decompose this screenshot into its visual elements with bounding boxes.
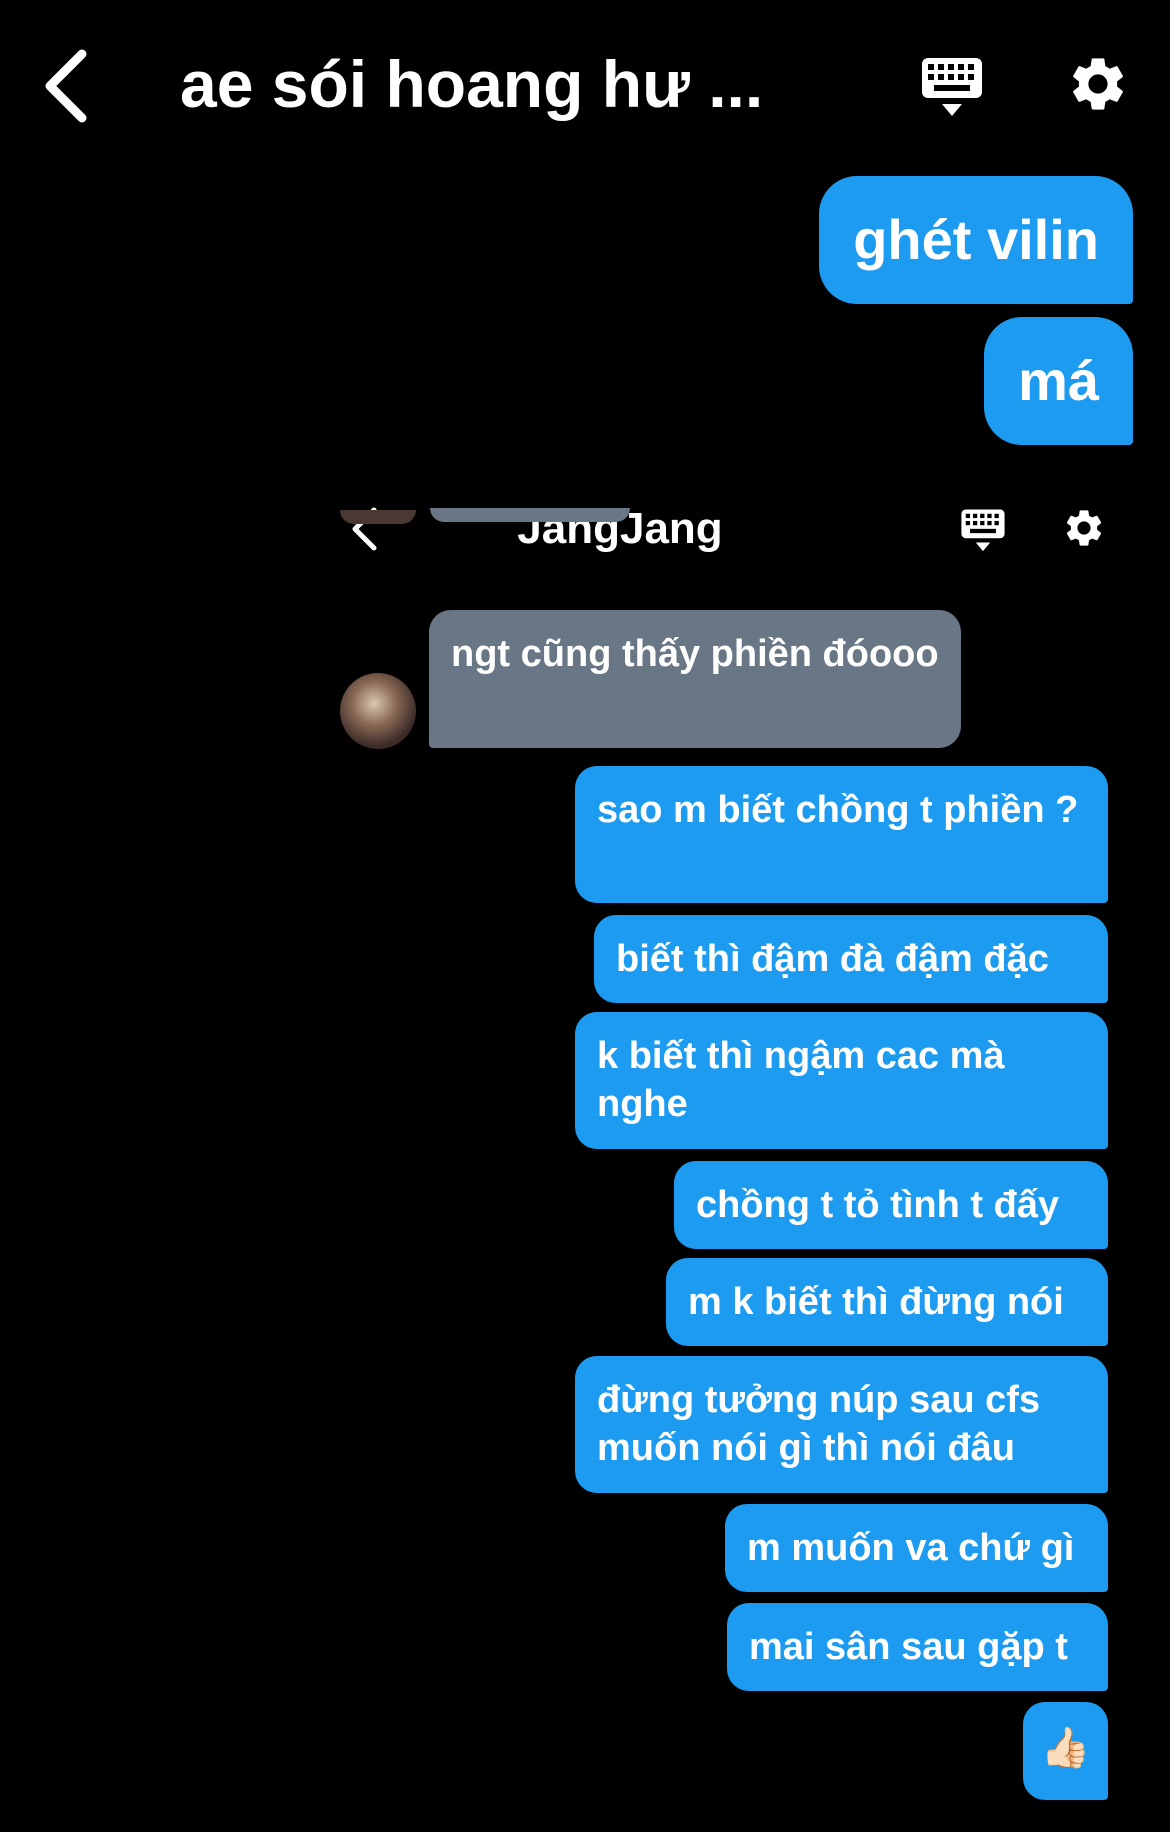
message-bubble-incoming (430, 508, 630, 522)
back-button[interactable] (42, 48, 92, 124)
embedded-chat-screenshot: JangJang ngt cũng thấy phiền đóooo sao m… (330, 480, 1130, 1832)
message-bubble-outgoing[interactable]: mai sân sau gặp t (727, 1603, 1108, 1691)
chat-header: ae sói hoang hư ... (0, 0, 1170, 170)
keyboard-icon (961, 509, 1005, 552)
thumbs-up-message[interactable]: 👍🏻 (1023, 1702, 1108, 1800)
message-bubble-outgoing[interactable]: k biết thì ngậm cac mà nghe (575, 1012, 1108, 1149)
keyboard-button[interactable] (920, 56, 984, 120)
keyboard-icon (922, 58, 982, 116)
gear-icon (1073, 58, 1123, 110)
message-bubble-outgoing[interactable]: m muốn va chứ gì (725, 1504, 1108, 1592)
message-bubble-outgoing[interactable]: m k biết thì đừng nói (666, 1258, 1108, 1346)
settings-button[interactable] (1066, 52, 1130, 116)
avatar (340, 510, 416, 524)
message-bubble-incoming[interactable]: ngt cũng thấy phiền đóooo (429, 610, 961, 748)
avatar[interactable] (340, 673, 416, 749)
chevron-left-icon (45, 49, 87, 123)
gear-icon (1066, 510, 1102, 546)
keyboard-button[interactable] (960, 508, 1006, 554)
message-bubble-outgoing[interactable]: chồng t tỏ tình t đấy (674, 1161, 1108, 1249)
conversation-title: ae sói hoang hư ... (180, 47, 764, 121)
message-bubble-outgoing[interactable]: sao m biết chồng t phiền ? (575, 766, 1108, 903)
message-bubble-outgoing[interactable]: ghét vilin (819, 176, 1133, 304)
message-bubble-outgoing[interactable]: má (984, 317, 1133, 445)
settings-button[interactable] (1062, 506, 1106, 550)
message-bubble-outgoing[interactable]: đừng tưởng núp sau cfs muốn nói gì thì n… (575, 1356, 1108, 1493)
message-bubble-outgoing[interactable]: biết thì đậm đà đậm đặc (594, 915, 1108, 1003)
